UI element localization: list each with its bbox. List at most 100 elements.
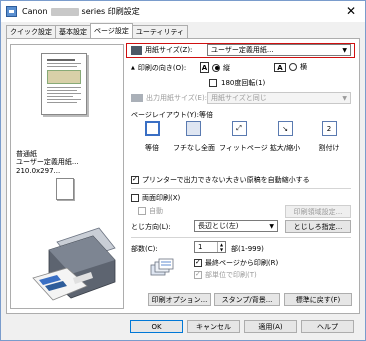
auto-reduce-label: プリンターで出力できない大きい原稿を自動縮小する [142,176,310,184]
portrait-label: 縦 [223,63,230,72]
chevron-down-icon: ▼ [269,223,274,230]
auto-reduce-option[interactable]: プリンターで出力できない大きい原稿を自動縮小する [131,175,310,185]
text-line [47,63,81,64]
paper-size-label: 用紙サイズ(Z): [145,46,193,54]
last-page-first-option[interactable]: 最終ページから印刷(R) [194,258,278,268]
copies-spinbox[interactable]: 1 ▲ ▼ [194,241,226,253]
copies-range: 部(1-999) [231,245,264,253]
tab-strip: クイック設定 基本設定 ページ設定 ユーティリティ [6,23,189,39]
auto-duplex-label: 自動 [149,207,163,215]
page-preview-thumbnail [41,53,87,115]
page-layout-icon: 2 [321,121,337,136]
collate-option[interactable]: 部単位で印刷(T) [194,270,257,280]
printer-illustration [32,227,116,301]
page-layout-label: ページレイアウト(Y):等倍 [131,111,213,119]
chevron-down-icon: ▼ [342,47,347,54]
collate-pages-icon [150,258,174,276]
defaults-button[interactable]: 標準に戻す(F) [284,293,352,306]
tab-utility[interactable]: ユーティリティ [131,25,189,38]
layout-normal[interactable]: 等倍 [132,121,172,153]
layout-page-layout[interactable]: 2 割付け [309,121,349,153]
duplex-checkbox[interactable] [131,194,139,202]
chevron-down-icon: ▼ [342,95,347,102]
auto-reduce-checkbox[interactable] [131,175,139,184]
layout-label: フィットページ [219,144,268,152]
orientation-row: ▲ 印刷の向き(O): [131,63,186,73]
portrait-option[interactable]: A 縦 [197,62,230,73]
redacted-model [50,7,79,16]
last-page-first-label: 最終ページから印刷(R) [205,259,279,267]
printer-app-icon [6,6,17,17]
layout-scaled[interactable]: ↘ 拡大/縮小 [265,121,305,153]
last-page-first-checkbox[interactable] [194,258,202,267]
auto-duplex-checkbox[interactable] [138,207,146,215]
image-placeholder [47,70,81,84]
layout-fit-to-page[interactable]: ⤢ フィットページ [219,121,268,153]
scaled-icon: ↘ [277,121,293,136]
rotate180-option[interactable]: 180度回転(1) [209,78,265,88]
small-page-icon [56,178,74,200]
text-line [47,90,77,91]
title-suffix: series 印刷設定 [81,7,140,16]
tab-quick-setup[interactable]: クイック設定 [6,25,56,38]
window-title: Canon series 印刷設定 [22,6,140,17]
binding-select[interactable]: 長辺とじ(左) ▼ [194,220,278,232]
portrait-radio[interactable] [212,63,220,72]
close-icon[interactable]: ✕ [343,4,359,18]
binding-label: とじ方向(L): [131,223,171,231]
output-size-label: 出力用紙サイズ(E): [146,94,208,102]
fit-to-page-icon: ⤢ [231,121,247,136]
ok-button[interactable]: OK [130,320,183,333]
divider [131,237,351,238]
duplex-option[interactable]: 両面印刷(X) [131,193,180,203]
print-options-button[interactable]: 印刷オプション... [148,293,211,306]
collate-label: 部単位で印刷(T) [205,271,257,279]
text-line [47,59,75,61]
layout-label: 等倍 [145,144,159,152]
paper-size-value: ユーザー定義用紙... [211,46,274,54]
text-line [47,87,81,88]
output-size-select[interactable]: 用紙サイズと同じ ▼ [207,92,351,104]
preview-pane: 普通紙 ユーザー定義用紙... 210.0x297... [10,44,124,309]
copies-value: 1 [198,243,203,251]
output-printer-icon [131,94,143,102]
landscape-option[interactable]: A 横 [271,62,307,72]
layout-borderless[interactable]: フチなし全面 [173,121,215,153]
copies-label: 部数(C): [131,245,158,253]
landscape-radio[interactable] [289,63,297,71]
tab-main[interactable]: 基本設定 [55,25,91,38]
print-area-button[interactable]: 印刷領域設定... [285,205,351,218]
landscape-icon: A [274,62,286,72]
print-settings-window: Canon series 印刷設定 ✕ クイック設定 基本設定 ページ設定 ユー… [0,0,366,341]
text-line [47,96,73,97]
spin-arrows-icon[interactable]: ▲ ▼ [217,242,225,252]
help-button[interactable]: ヘルプ [301,320,354,333]
divider [131,188,351,189]
tab-page-setup[interactable]: ページ設定 [90,23,133,38]
output-size-value: 用紙サイズと同じ [211,94,267,102]
auto-duplex-option[interactable]: 自動 [138,206,163,216]
paper-size-row: 用紙サイズ(Z): [131,45,192,55]
layout-label: 割付け [318,144,340,152]
collate-checkbox[interactable] [194,270,202,279]
layout-label: フチなし全面 [173,144,215,152]
text-line [47,99,81,100]
binding-value: 長辺とじ(左) [198,222,239,230]
cancel-button[interactable]: キャンセル [187,320,240,333]
borderless-icon [185,121,201,136]
paper-size-select[interactable]: ユーザー定義用紙... ▼ [207,44,351,56]
layout-label: 拡大/縮小 [269,144,301,152]
text-line [47,66,77,67]
duplex-label: 両面印刷(X) [142,194,181,202]
normal-size-icon [144,121,160,136]
stamp-background-button[interactable]: スタンプ/背景... [214,293,280,306]
output-size-row: 出力用紙サイズ(E): [131,93,207,103]
paper-size-text: ユーザー定義用紙... 210.0x297... [16,158,79,175]
title-prefix: Canon [22,7,48,16]
stapling-margin-button[interactable]: とじしろ指定... [285,220,351,233]
text-line [47,102,77,103]
rotate180-checkbox[interactable] [209,79,217,87]
apply-button[interactable]: 適用(A) [244,320,297,333]
bullet-icon: ▲ [131,65,135,71]
rotate180-label: 180度回転(1) [221,79,266,87]
